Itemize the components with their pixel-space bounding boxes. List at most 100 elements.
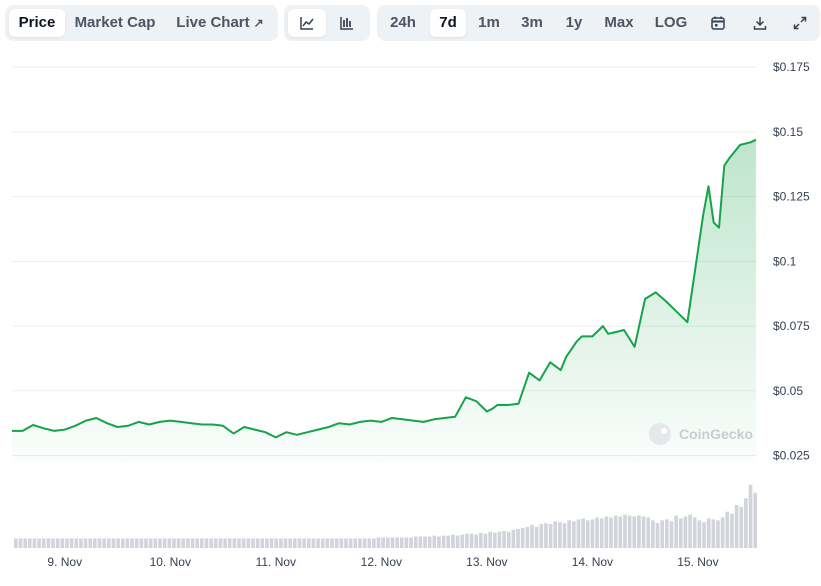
volume-bar bbox=[330, 538, 334, 548]
volume-bar bbox=[413, 536, 418, 548]
volume-bar bbox=[200, 538, 204, 548]
volume-bar bbox=[739, 506, 744, 548]
volume-bar bbox=[651, 520, 655, 548]
volume-bar bbox=[753, 492, 757, 548]
volume-bar bbox=[581, 518, 585, 548]
logo-eye bbox=[661, 428, 667, 434]
volume-bar bbox=[506, 531, 511, 548]
volume-bar bbox=[674, 515, 678, 548]
volume-bar bbox=[492, 532, 497, 548]
volume-bar bbox=[483, 533, 488, 548]
volume-bar bbox=[399, 537, 404, 548]
volume-bar bbox=[744, 498, 748, 548]
volume-bar bbox=[702, 522, 706, 548]
volume-bar bbox=[716, 520, 720, 548]
volume-bar bbox=[79, 538, 83, 548]
watermark-text: CoinGecko bbox=[679, 426, 753, 442]
x-tick-label: 14. Nov bbox=[572, 555, 613, 569]
volume-bar bbox=[381, 537, 385, 548]
volume-bar bbox=[181, 538, 186, 548]
x-tick-label: 12. Nov bbox=[361, 555, 402, 569]
volume-bar bbox=[241, 538, 246, 548]
volume-bar bbox=[260, 538, 265, 548]
volume-bar bbox=[646, 517, 651, 548]
volume-bar bbox=[172, 538, 176, 548]
price-chart: $0.175 $0.15 $0.125 $0.1 $0.075 $0.05 $0.025 9… bbox=[12, 60, 810, 569]
volume-bar bbox=[176, 538, 181, 548]
volume-bar bbox=[432, 535, 437, 548]
volume-bar bbox=[269, 538, 274, 548]
x-tick-label: 10. Nov bbox=[150, 555, 191, 569]
volume-bar bbox=[302, 538, 306, 548]
volume-bar bbox=[97, 538, 102, 548]
volume-bar bbox=[125, 538, 130, 548]
volume-bar bbox=[665, 519, 669, 548]
volume-bar bbox=[599, 518, 604, 548]
volume-bar bbox=[204, 538, 209, 548]
y-tick-label: $0.025 bbox=[773, 449, 810, 463]
volume-bar bbox=[358, 538, 362, 548]
volume-bar bbox=[325, 538, 330, 548]
volume-bar bbox=[213, 538, 218, 548]
volume-bar bbox=[144, 538, 148, 548]
y-tick-label: $0.1 bbox=[773, 254, 797, 268]
volume-bar bbox=[390, 537, 395, 548]
x-tick-label: 11. Nov bbox=[256, 555, 296, 569]
volume-bar bbox=[209, 538, 213, 548]
y-axis-labels: $0.175 $0.15 $0.125 $0.1 $0.075 $0.05 $0.025 bbox=[773, 60, 810, 462]
volume-bar bbox=[37, 538, 41, 548]
volume-bar bbox=[306, 538, 311, 548]
volume-bar bbox=[441, 535, 446, 548]
volume-bar bbox=[697, 520, 702, 548]
volume-bar bbox=[41, 538, 46, 548]
volume-bar bbox=[376, 537, 381, 548]
volume-bar bbox=[562, 523, 567, 548]
volume-bar bbox=[678, 518, 683, 548]
volume-bar bbox=[623, 514, 627, 548]
volume-bar bbox=[148, 538, 153, 548]
volume-bar bbox=[255, 538, 260, 548]
volume-bar bbox=[74, 538, 79, 548]
volume-bar bbox=[734, 505, 739, 548]
volume-bar bbox=[669, 521, 674, 548]
volume-bar bbox=[520, 527, 525, 548]
volume-bar bbox=[553, 521, 558, 548]
volume-bar bbox=[218, 538, 223, 548]
volume-bar bbox=[14, 538, 18, 548]
volume-bar bbox=[153, 538, 158, 548]
volume-bar bbox=[469, 533, 474, 548]
volume-bar bbox=[130, 538, 134, 548]
volume-bar bbox=[655, 523, 660, 548]
y-tick-label: $0.15 bbox=[773, 125, 803, 139]
volume-bar bbox=[479, 532, 483, 548]
volume-bar bbox=[246, 538, 251, 548]
volume-bar bbox=[69, 538, 74, 548]
volume-bar bbox=[595, 517, 599, 548]
volume-bar bbox=[32, 538, 37, 548]
volume-bar bbox=[18, 538, 23, 548]
volume-bar bbox=[190, 538, 195, 548]
volume-bar bbox=[158, 538, 162, 548]
volume-bar bbox=[613, 515, 618, 548]
volume-bar bbox=[451, 534, 455, 548]
volume-bar bbox=[497, 531, 502, 548]
volume-bar bbox=[711, 519, 716, 548]
volume-bar bbox=[409, 537, 413, 548]
volume-bar bbox=[585, 520, 590, 548]
volume-bar bbox=[474, 534, 478, 548]
volume-bar bbox=[93, 538, 97, 548]
volume-bar bbox=[609, 517, 613, 548]
volume-bar bbox=[386, 537, 390, 548]
volume-bar bbox=[265, 538, 269, 548]
volume-bar bbox=[65, 538, 69, 548]
volume-bar bbox=[283, 538, 288, 548]
x-tick-label: 15. Nov bbox=[677, 555, 718, 569]
volume-bar bbox=[320, 538, 325, 548]
volume-bar bbox=[465, 533, 469, 548]
volume-bar bbox=[251, 538, 255, 548]
volume-bar bbox=[692, 517, 697, 548]
volume-bar bbox=[139, 538, 144, 548]
volume-bar bbox=[46, 538, 51, 548]
volume-bar bbox=[618, 516, 623, 548]
volume-bar bbox=[116, 538, 120, 548]
